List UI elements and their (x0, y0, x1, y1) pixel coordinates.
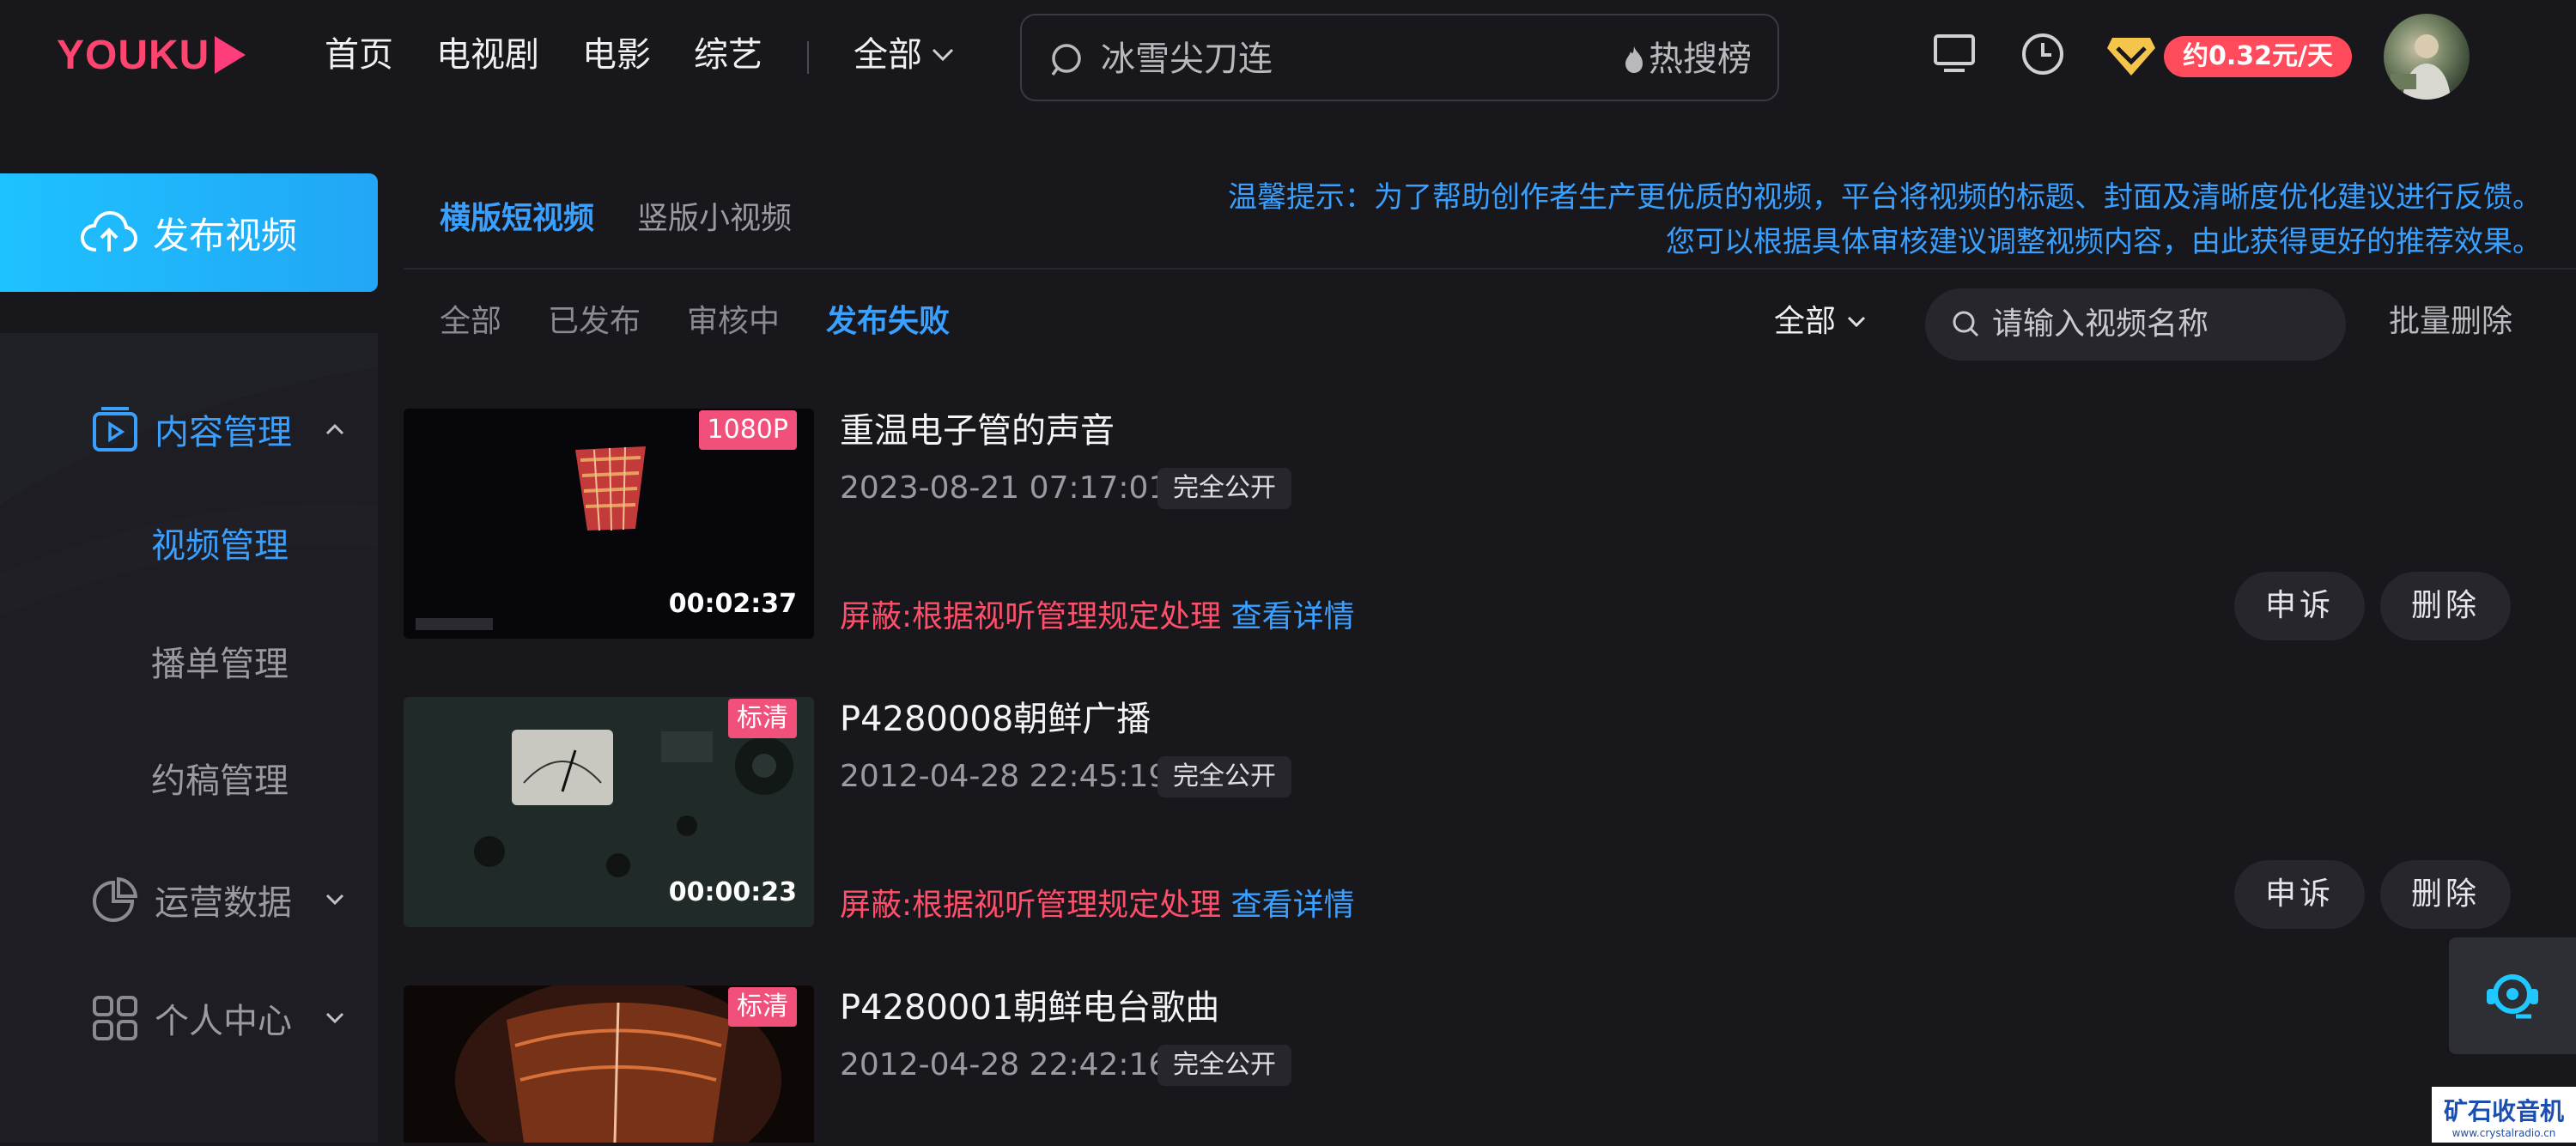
vip-price-badge[interactable]: 约0.32元/天 (2164, 36, 2352, 77)
customer-service-button[interactable] (2449, 937, 2576, 1054)
duration-label: 00:02:37 (668, 589, 797, 619)
nav-all-label: 全部 (854, 35, 922, 75)
video-thumbnail[interactable]: 标清 (404, 985, 814, 1143)
content-management-label: 内容管理 (155, 413, 292, 452)
watermark-url: www.crystalradio.cn (2452, 1127, 2556, 1139)
tab-horizontal-short-video[interactable]: 横版短视频 (440, 197, 594, 240)
grid-apps-icon (93, 996, 137, 1040)
chevron-up-icon (325, 423, 344, 435)
youku-logo[interactable]: YOUKU (57, 29, 246, 81)
operations-data-label: 运营数据 (155, 883, 292, 923)
logo-text: YOUKU (57, 32, 210, 78)
quality-badge: 标清 (728, 699, 797, 738)
global-search-box[interactable]: 冰雪尖刀连 热搜榜 (1020, 14, 1779, 101)
video-title[interactable]: 重温电子管的声音 (840, 407, 1115, 455)
nav-all-dropdown[interactable]: 全部 (854, 31, 955, 79)
block-reason-text: 屏蔽:根据视听管理规定处理 (840, 888, 1222, 923)
block-reason: 屏蔽:根据视听管理规定处理 查看详情 (840, 596, 1355, 639)
chevron-down-icon (325, 1012, 344, 1024)
search-input[interactable]: 冰雪尖刀连 (1101, 36, 1273, 82)
nav-tv[interactable]: 电视剧 (436, 31, 539, 79)
chevron-down-icon (1847, 316, 1866, 328)
block-reason-text: 屏蔽:根据视听管理规定处理 (840, 599, 1222, 634)
nav-movie[interactable]: 电影 (582, 31, 651, 79)
filter-publish-failed[interactable]: 发布失败 (826, 300, 950, 343)
filter-reviewing[interactable]: 审核中 (687, 300, 780, 343)
category-dropdown[interactable]: 全部 (1774, 300, 1867, 343)
visibility-badge: 完全公开 (1157, 468, 1291, 509)
sidebar-item-playlist-management[interactable]: 播单管理 (151, 640, 289, 688)
sidebar-item-personal-center[interactable]: 个人中心 (0, 977, 378, 1059)
chevron-down-icon (932, 48, 954, 62)
filter-all[interactable]: 全部 (440, 300, 501, 343)
search-icon (1953, 311, 1979, 337)
video-thumbnail[interactable]: 标清 00:00:23 (404, 697, 814, 927)
search-icon (1051, 44, 1081, 76)
video-search-input[interactable]: 请输入视频名称 (1992, 303, 2208, 346)
notice-line-1: 温馨提示：为了帮助创作者生产更优质的视频，平台将视频的标题、封面及清晰度优化建议… (1228, 180, 2542, 215)
divider (404, 268, 2576, 270)
nav-divider (807, 41, 809, 74)
batch-delete-button[interactable]: 批量删除 (2389, 300, 2512, 343)
sidebar-item-content-management[interactable]: 内容管理 (0, 388, 378, 470)
video-date: 2023-08-21 07:17:01 (840, 470, 1169, 506)
nav-home[interactable]: 首页 (325, 31, 393, 79)
category-dropdown-label: 全部 (1774, 304, 1837, 339)
visibility-badge: 完全公开 (1157, 756, 1291, 797)
duration-label: 00:00:23 (668, 877, 797, 907)
delete-button[interactable]: 删除 (2380, 860, 2511, 929)
tab-vertical-mini-video[interactable]: 竖版小视频 (637, 197, 792, 240)
appeal-button[interactable]: 申诉 (2234, 860, 2365, 929)
monitor-icon[interactable] (1932, 33, 1977, 76)
publish-video-button[interactable]: 发布视频 (0, 173, 378, 292)
user-avatar[interactable] (2384, 14, 2470, 100)
flame-icon (1625, 46, 1643, 73)
personal-center-label: 个人中心 (155, 1002, 292, 1041)
hot-search-link[interactable]: 热搜榜 (1623, 36, 1752, 82)
view-details-link[interactable]: 查看详情 (1231, 888, 1355, 923)
pie-chart-icon (93, 876, 138, 922)
vip-diamond-icon[interactable] (2105, 34, 2157, 79)
headset-icon (2487, 974, 2538, 1019)
video-date: 2012-04-28 22:42:16 (840, 1047, 1169, 1082)
video-date: 2012-04-28 22:45:19 (840, 759, 1169, 794)
publish-video-label: 发布视频 (152, 214, 297, 257)
video-title[interactable]: P4280008朝鲜广播 (840, 695, 1151, 743)
video-thumbnail[interactable]: 1080P 00:02:37 (404, 409, 814, 639)
block-reason: 屏蔽:根据视听管理规定处理 查看详情 (840, 884, 1355, 927)
play-logo-icon (215, 36, 246, 74)
watermark-image: 矿石收音机 www.crystalradio.cn (2432, 1087, 2576, 1143)
quality-badge: 1080P (698, 410, 797, 450)
chevron-down-icon (325, 894, 344, 906)
sidebar-item-commission-management[interactable]: 约稿管理 (151, 757, 289, 805)
content-play-icon (93, 407, 137, 452)
quality-badge: 标清 (728, 987, 797, 1027)
video-search-box[interactable]: 请输入视频名称 (1925, 288, 2346, 361)
avatar-image (2391, 34, 2451, 100)
video-title[interactable]: P4280001朝鲜电台歌曲 (840, 984, 1219, 1032)
filter-published[interactable]: 已发布 (548, 300, 641, 343)
view-details-link[interactable]: 查看详情 (1231, 599, 1355, 634)
cloud-upload-icon (80, 210, 137, 252)
watermark-logo-text: 矿石收音机 (2444, 1097, 2564, 1125)
visibility-badge: 完全公开 (1157, 1045, 1291, 1086)
watermark-logo: 矿石收音机 www.crystalradio.cn (2432, 1087, 2576, 1143)
history-clock-icon[interactable] (2020, 31, 2066, 77)
hot-search-label: 热搜榜 (1649, 39, 1752, 79)
notice-line-2: 您可以根据具体审核建议调整视频内容，由此获得更好的推荐效果。 (1666, 225, 2542, 259)
sidebar-item-operations-data[interactable]: 运营数据 (0, 858, 378, 941)
sidebar-item-video-management[interactable]: 视频管理 (151, 522, 289, 570)
delete-button[interactable]: 删除 (2380, 572, 2511, 640)
tip-notice: 温馨提示：为了帮助创作者生产更优质的视频，平台将视频的标题、封面及清晰度优化建议… (1202, 175, 2542, 264)
nav-variety[interactable]: 综艺 (694, 31, 762, 79)
appeal-button[interactable]: 申诉 (2234, 572, 2365, 640)
